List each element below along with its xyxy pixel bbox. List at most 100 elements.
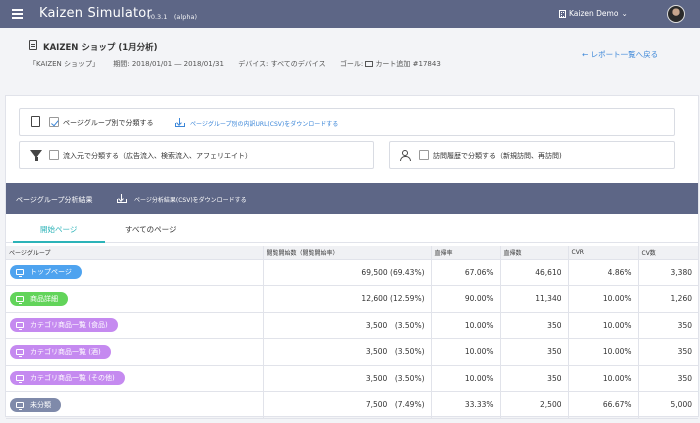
page-group-name: カテゴリ商品一覧 (食品) bbox=[30, 321, 108, 330]
starts-cell: 3,500 (3.50%) bbox=[262, 312, 431, 339]
starts-cell: 7,500 (7.49%) bbox=[262, 391, 431, 419]
page-group-name: カテゴリ商品一覧 (酒) bbox=[30, 347, 101, 356]
app-title: Kaizen Simulator bbox=[39, 6, 153, 21]
cvr-cell: 10.00% bbox=[567, 285, 638, 313]
cv-cell: 1,260 bbox=[637, 285, 698, 313]
cv-cell: 350 bbox=[637, 338, 698, 366]
filter-icon bbox=[30, 150, 42, 161]
app-version: v0.3.1 (alpha) bbox=[147, 13, 197, 21]
table-row: 商品詳細 12,600 (12.59%) 90.00% 11,340 10.00… bbox=[6, 285, 698, 313]
bounce-rate-cell: 10.00% bbox=[430, 312, 500, 339]
user-avatar[interactable] bbox=[667, 5, 685, 23]
column-header[interactable]: 直帰率 bbox=[430, 246, 500, 260]
bounces-cell: 46,610 bbox=[499, 259, 568, 286]
column-header[interactable]: CVR bbox=[567, 246, 638, 260]
cv-cell: 350 bbox=[637, 365, 698, 392]
monitor-icon bbox=[16, 295, 24, 304]
page-group-name: カテゴリ商品一覧 (その他) bbox=[30, 374, 115, 383]
menu-icon[interactable] bbox=[12, 9, 23, 19]
report-title: KAIZEN ショップ (1月分析) bbox=[43, 43, 158, 53]
report-period: 期間: 2018/01/01 ― 2018/01/31 bbox=[113, 60, 224, 68]
bounce-rate-cell: 10.00% bbox=[430, 365, 500, 392]
cvr-cell: 4.86% bbox=[567, 259, 638, 286]
bounce-rate-cell: 10.00% bbox=[430, 338, 500, 366]
document-icon bbox=[29, 40, 37, 50]
page-group-label: ページグループ別で分類する bbox=[63, 119, 154, 127]
monitor-icon bbox=[16, 401, 24, 410]
results-table: ページグループ 閲覧開始数（閲覧開始率） 直帰率 直帰数 CVR CV数 トップ… bbox=[6, 246, 698, 419]
bounce-rate-cell: 67.06% bbox=[430, 259, 500, 286]
results-csv-download-link[interactable]: ページ分析結果(CSV)をダウンロードする bbox=[134, 195, 247, 204]
bounces-cell: 2,500 bbox=[499, 391, 568, 419]
file-icon bbox=[31, 116, 40, 127]
active-tab-indicator bbox=[13, 241, 105, 243]
site-name: 「KAIZEN ショップ」 bbox=[29, 60, 99, 68]
report-header: KAIZEN ショップ (1月分析) 「KAIZEN ショップ」 期間: 201… bbox=[0, 28, 700, 81]
table-header-row: ページグループ 閲覧開始数（閲覧開始率） 直帰率 直帰数 CVR CV数 bbox=[6, 246, 698, 260]
page-group-name: 未分類 bbox=[30, 400, 51, 409]
source-checkbox[interactable] bbox=[49, 150, 59, 160]
table-row: カテゴリ商品一覧 (食品) 3,500 (3.50%) 10.00% 350 1… bbox=[6, 312, 698, 339]
download-icon[interactable] bbox=[175, 118, 185, 127]
history-checkbox[interactable] bbox=[419, 150, 429, 160]
table-row: 未分類 7,500 (7.49%) 33.33% 2,500 66.67% 5,… bbox=[6, 391, 698, 419]
monitor-icon bbox=[365, 61, 374, 67]
starts-cell: 3,500 (3.50%) bbox=[262, 338, 431, 366]
cv-cell: 350 bbox=[637, 312, 698, 339]
monitor-icon bbox=[16, 348, 24, 357]
goal-label: ゴール: bbox=[339, 60, 364, 68]
cvr-cell: 10.00% bbox=[567, 312, 638, 339]
building-icon bbox=[559, 9, 566, 18]
starts-cell: 12,600 (12.59%) bbox=[262, 285, 431, 313]
top-bar: Kaizen Simulator v0.3.1 (alpha) Kaizen D… bbox=[0, 0, 700, 28]
monitor-icon bbox=[16, 375, 24, 384]
tab-bar: 開始ページ すべてのページ bbox=[6, 214, 698, 243]
chevron-down-icon: ⌄ bbox=[621, 9, 628, 18]
bounces-cell: 350 bbox=[499, 312, 568, 339]
column-header[interactable]: 閲覧開始数（閲覧開始率） bbox=[262, 246, 431, 260]
cv-cell: 3,380 bbox=[637, 259, 698, 286]
cvr-cell: 10.00% bbox=[567, 338, 638, 366]
page-group-name: トップページ bbox=[30, 268, 72, 277]
account-name: Kaizen Demo bbox=[569, 9, 619, 18]
history-label: 訪問履歴で分類する（新規訪問、再訪問) bbox=[433, 152, 562, 160]
page-group-badge[interactable]: カテゴリ商品一覧 (酒) bbox=[10, 344, 111, 359]
table-row: トップページ 69,500 (69.43%) 67.06% 46,610 4.8… bbox=[6, 259, 698, 286]
monitor-icon bbox=[16, 322, 24, 331]
page-group-csv-download-link[interactable]: ページグループ別の内訳URL(CSV)をダウンロードする bbox=[190, 119, 338, 128]
page-group-name: 商品詳細 bbox=[30, 294, 58, 303]
column-header[interactable]: CV数 bbox=[637, 246, 698, 260]
column-header[interactable]: ページグループ bbox=[6, 246, 263, 260]
goal-value: カート追加 #17843 bbox=[375, 60, 441, 68]
source-option: 流入元で分類する（広告流入、検索流入、アフェリエイト） bbox=[19, 141, 374, 169]
analysis-card: ページグループ別で分類する ページグループ別の内訳URL(CSV)をダウンロード… bbox=[5, 95, 699, 419]
tab-all-pages[interactable]: すべてのページ bbox=[125, 224, 177, 235]
bounces-cell: 350 bbox=[499, 365, 568, 392]
account-menu[interactable]: Kaizen Demo ⌄ bbox=[559, 9, 628, 18]
cvr-cell: 10.00% bbox=[567, 365, 638, 392]
report-device: デバイス: すべてのデバイス bbox=[238, 60, 326, 68]
page-group-option: ページグループ別で分類する ページグループ別の内訳URL(CSV)をダウンロード… bbox=[19, 108, 675, 136]
bounces-cell: 350 bbox=[499, 338, 568, 366]
tab-start-page[interactable]: 開始ページ bbox=[40, 224, 77, 235]
bounce-rate-cell: 90.00% bbox=[430, 285, 500, 313]
starts-cell: 69,500 (69.43%) bbox=[262, 259, 431, 286]
page-group-checkbox[interactable] bbox=[49, 117, 59, 127]
download-icon[interactable] bbox=[117, 194, 127, 203]
back-to-reports-link[interactable]: ← レポート一覧へ戻る bbox=[582, 49, 658, 60]
page-group-badge[interactable]: カテゴリ商品一覧 (食品) bbox=[10, 318, 118, 333]
page-group-badge[interactable]: 未分類 bbox=[10, 397, 61, 412]
results-title: ページグループ分析結果 bbox=[16, 196, 93, 204]
page-group-badge[interactable]: トップページ bbox=[10, 265, 82, 280]
column-header[interactable]: 直帰数 bbox=[499, 246, 568, 260]
page-group-badge[interactable]: 商品詳細 bbox=[10, 291, 68, 306]
bounce-rate-cell: 33.33% bbox=[430, 391, 500, 419]
bounces-cell: 11,340 bbox=[499, 285, 568, 313]
page-group-badge[interactable]: カテゴリ商品一覧 (その他) bbox=[10, 371, 125, 386]
table-row: カテゴリ商品一覧 (酒) 3,500 (3.50%) 10.00% 350 10… bbox=[6, 338, 698, 366]
cv-cell: 5,000 bbox=[637, 391, 698, 419]
starts-cell: 3,500 (3.50%) bbox=[262, 365, 431, 392]
monitor-icon bbox=[16, 269, 24, 278]
users-icon bbox=[400, 150, 414, 161]
source-label: 流入元で分類する（広告流入、検索流入、アフェリエイト） bbox=[63, 152, 252, 160]
